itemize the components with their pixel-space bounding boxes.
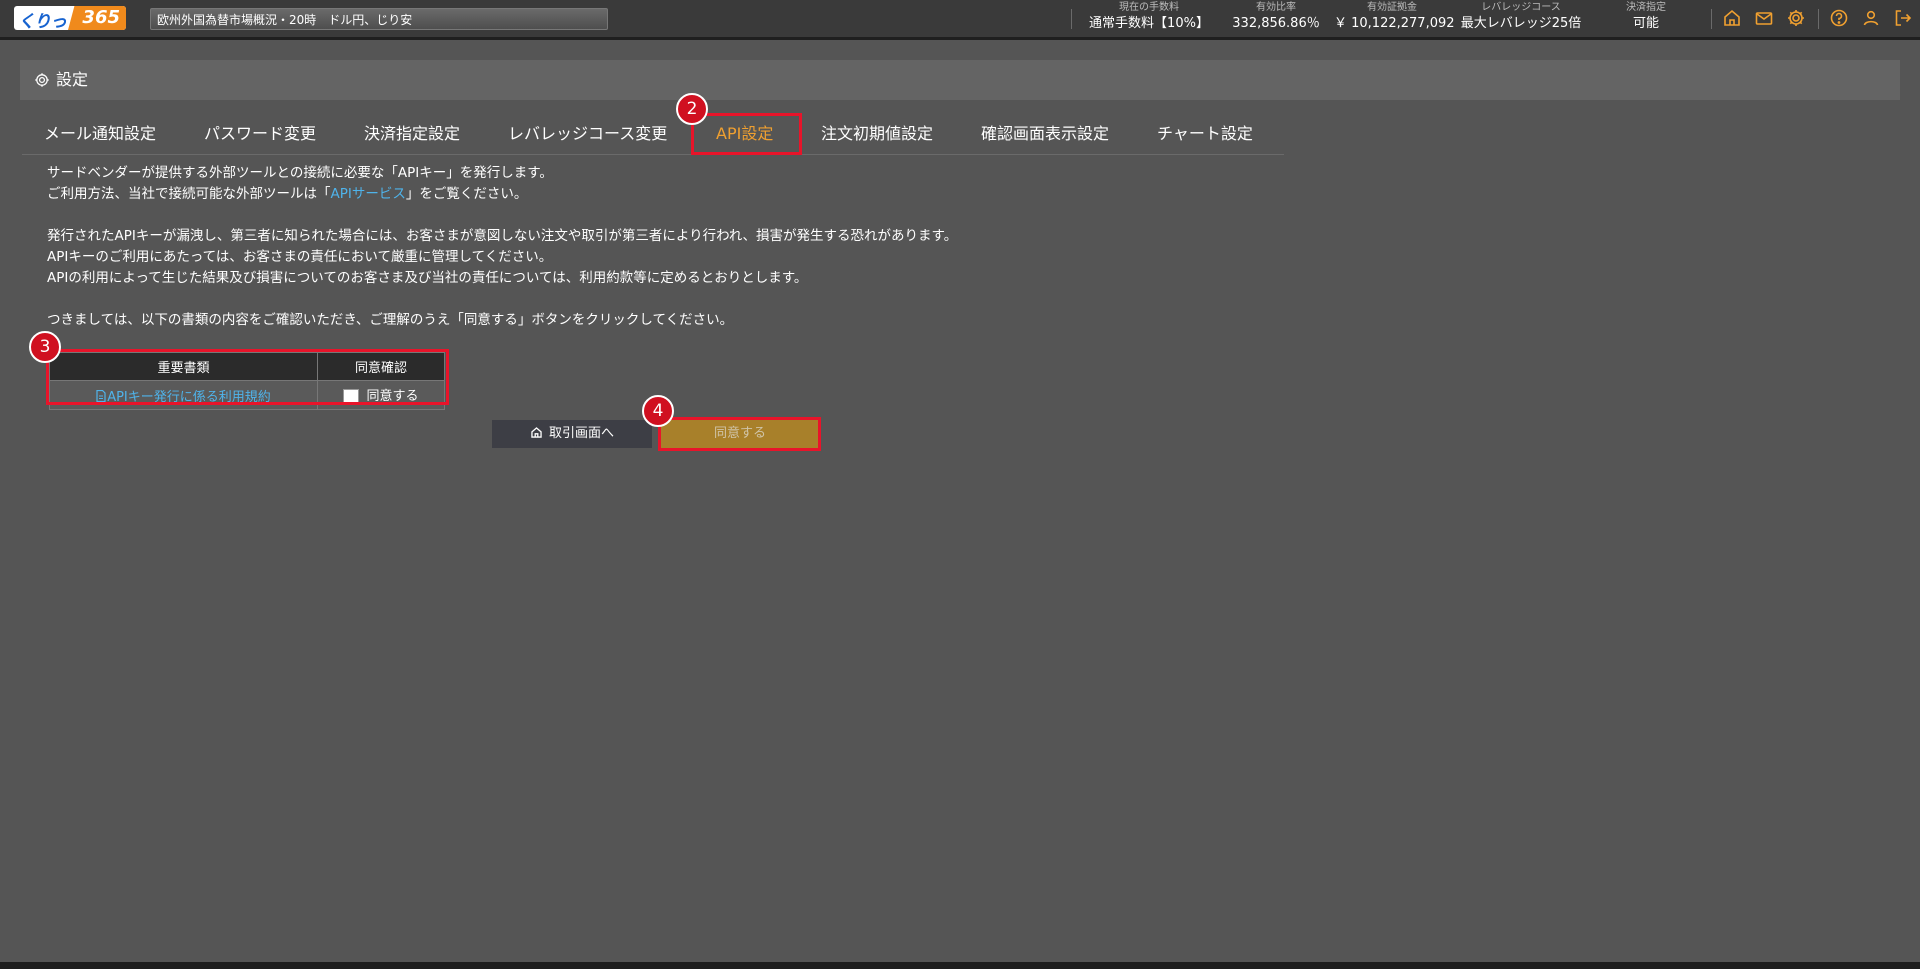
agree-checkbox-label[interactable]: 同意する: [366, 389, 418, 404]
settings-tabs: メール通知設定 パスワード変更 決済指定設定 レバレッジコース変更 API設定 …: [22, 114, 1284, 155]
terms-document-label: APIキー発行に係る利用規約: [107, 389, 271, 405]
back-to-trading-label: 取引画面へ: [548, 426, 614, 441]
stat-label: 有効比率: [1256, 2, 1296, 13]
bottom-bar: [0, 962, 1920, 969]
divider: [1071, 9, 1072, 29]
top-header: くりっく 365 欧州外国為替市場概況・20時 ドル円、じり安 現在の手数料 通…: [0, 0, 1920, 40]
logo-number: 365: [82, 7, 120, 28]
user-icon[interactable]: [1861, 8, 1881, 28]
home-icon[interactable]: [1722, 8, 1742, 28]
tab-order-defaults[interactable]: 注文初期値設定: [821, 114, 933, 154]
description-line-6: つきましては、以下の書類の内容をご確認いただき、ご理解のうえ「同意する」ボタンを…: [47, 312, 734, 328]
stat-effective-margin: 有効証拠金 ￥ 10,122,277,092: [1334, 1, 1455, 33]
description-line-3: 発行されたAPIキーが漏洩し、第三者に知られた場合には、お客さまが意図しない注文…: [47, 228, 958, 244]
api-service-link[interactable]: APIサービス: [331, 186, 406, 202]
tab-leverage-course[interactable]: レバレッジコース変更: [508, 114, 667, 154]
stat-label: レバレッジコース: [1481, 2, 1561, 13]
document-cell: APIキー発行に係る利用規約: [49, 380, 318, 410]
text: ご利用方法、当社で接続可能な外部ツールは「: [47, 186, 331, 202]
tab-password-change[interactable]: パスワード変更: [204, 114, 316, 154]
news-ticker[interactable]: 欧州外国為替市場概況・20時 ドル円、じり安: [150, 8, 608, 30]
stat-label: 有効証拠金: [1367, 2, 1417, 13]
home-icon: [531, 427, 542, 438]
consent-cell: 同意する: [317, 380, 445, 410]
column-header-document: 重要書類: [49, 352, 318, 381]
description-line-5: APIの利用によって生じた結果及び損害についてのお客さま及び当社の責任については…: [47, 270, 808, 286]
description-line-4: APIキーのご利用にあたっては、お客さまの責任において厳重に管理してください。: [47, 249, 553, 265]
help-icon[interactable]: [1829, 8, 1849, 28]
divider: [1818, 9, 1819, 29]
logout-icon[interactable]: [1893, 8, 1913, 28]
stat-value: 可能: [1632, 16, 1659, 31]
tab-confirm-display[interactable]: 確認画面表示設定: [981, 114, 1109, 154]
text: 」をご覧ください。: [405, 186, 528, 202]
mail-icon[interactable]: [1754, 8, 1774, 28]
divider: [1711, 9, 1712, 29]
stat-fee: 現在の手数料 通常手数料【10%】: [1086, 1, 1212, 33]
tab-chart-settings[interactable]: チャート設定: [1157, 114, 1253, 154]
table-header-row: 重要書類 同意確認: [49, 352, 445, 381]
terms-document-link[interactable]: APIキー発行に係る利用規約: [96, 389, 271, 405]
table-row: APIキー発行に係る利用規約 同意する: [49, 380, 445, 410]
stat-label: 決済指定: [1626, 2, 1666, 13]
column-header-consent: 同意確認: [317, 352, 445, 381]
stat-label: 現在の手数料: [1119, 2, 1179, 13]
step-badge-4: 4: [642, 395, 674, 427]
agree-button[interactable]: 同意する: [661, 420, 819, 448]
stat-value: 最大レバレッジ25倍: [1460, 16, 1582, 31]
step-badge-3: 3: [29, 331, 61, 363]
step-badge-2: 2: [676, 93, 708, 125]
description-line-2: ご利用方法、当社で接続可能な外部ツールは「APIサービス」をご覧ください。: [47, 184, 527, 205]
back-to-trading-button[interactable]: 取引画面へ: [492, 420, 652, 448]
stat-leverage-course: レバレッジコース 最大レバレッジ25倍: [1456, 1, 1586, 33]
page-title: 設定: [56, 70, 89, 89]
stat-margin-ratio: 有効比率 332,856.86％: [1228, 1, 1324, 33]
agree-checkbox[interactable]: [343, 388, 360, 405]
description-line-1: サードベンダーが提供する外部ツールとの接続に必要な「APIキー」を発行します。: [47, 165, 553, 181]
click365-logo[interactable]: くりっく 365: [14, 6, 126, 30]
tab-mail-notification[interactable]: メール通知設定: [44, 114, 156, 154]
gear-icon: [35, 73, 49, 87]
gear-icon[interactable]: [1786, 8, 1806, 28]
tab-settlement-setting[interactable]: 決済指定設定: [364, 114, 460, 154]
stat-value: 通常手数料【10%】: [1089, 16, 1209, 31]
settings-header: 設定: [20, 60, 1900, 100]
tab-api-settings[interactable]: API設定: [716, 114, 773, 154]
agreement-table: 重要書類 同意確認 APIキー発行に係る利用規約 同意する: [49, 352, 445, 410]
stat-value: ￥ 10,122,277,092: [1334, 16, 1455, 31]
stat-settlement: 決済指定 可能: [1618, 1, 1674, 33]
stat-value: 332,856.86％: [1232, 16, 1320, 31]
document-icon: [96, 389, 106, 402]
